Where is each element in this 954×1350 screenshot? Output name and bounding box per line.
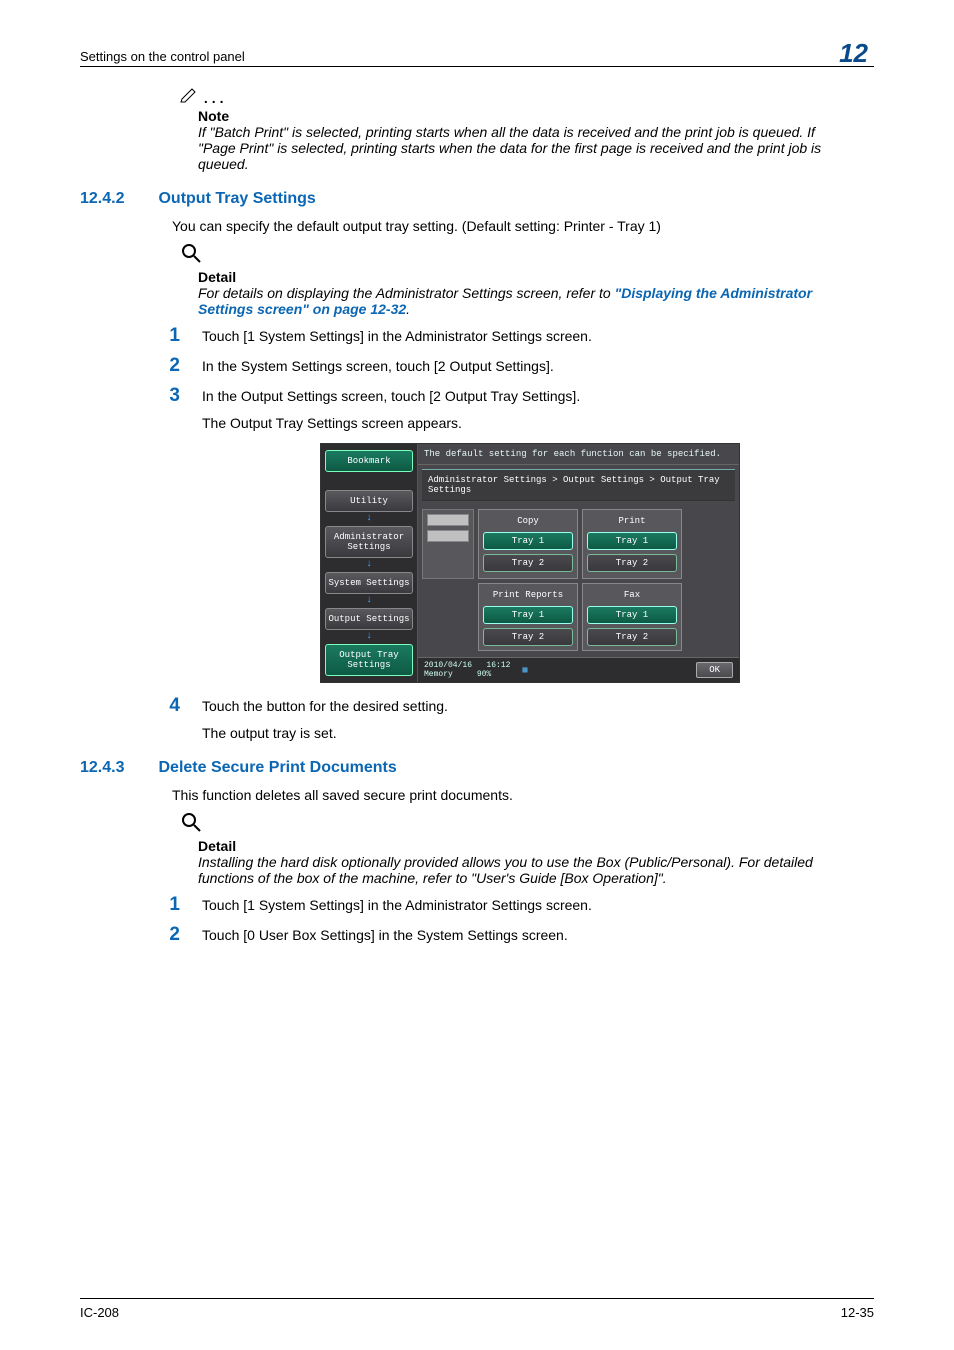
- system-settings-button[interactable]: System Settings: [325, 572, 413, 594]
- header-left: Settings on the control panel: [80, 49, 245, 66]
- printer-diagram: [422, 509, 474, 579]
- step-text: In the Output Settings screen, touch [2 …: [202, 385, 836, 404]
- print-header: Print: [587, 514, 677, 528]
- fax-tray1-button[interactable]: Tray 1: [587, 606, 677, 624]
- arrow-down-icon: ↓: [325, 634, 413, 640]
- reports-header: Print Reports: [483, 588, 573, 602]
- footer-right: 12-35: [841, 1305, 874, 1320]
- fax-tray2-button[interactable]: Tray 2: [587, 628, 677, 646]
- step-text: Touch [1 System Settings] in the Adminis…: [202, 325, 836, 344]
- print-tray2-button[interactable]: Tray 2: [587, 554, 677, 572]
- step-num: 2: [166, 924, 180, 946]
- memory-label: Memory: [424, 670, 453, 679]
- bookmark-button[interactable]: Bookmark: [325, 450, 413, 472]
- ellipsis: ...: [204, 90, 228, 106]
- detail-label-1: Detail: [198, 269, 874, 285]
- ok-button[interactable]: OK: [696, 662, 733, 678]
- step-sub: The output tray is set.: [202, 725, 874, 741]
- output-tray-settings-button[interactable]: Output Tray Settings: [325, 644, 413, 676]
- note-text: If "Batch Print" is selected, printing s…: [198, 124, 838, 172]
- detail-text-2: Installing the hard disk optionally prov…: [198, 854, 838, 886]
- step-num: 2: [166, 355, 180, 377]
- admin-settings-button[interactable]: Administrator Settings: [325, 526, 413, 558]
- step-text: Touch the button for the desired setting…: [202, 695, 836, 714]
- arrow-down-icon: ↓: [325, 598, 413, 604]
- step-num: 1: [166, 894, 180, 916]
- output-settings-button[interactable]: Output Settings: [325, 608, 413, 630]
- note-label: Note: [198, 108, 874, 124]
- section-intro-1: You can specify the default output tray …: [172, 218, 832, 234]
- detail-text-1: For details on displaying the Administra…: [198, 285, 838, 317]
- device-screenshot: Bookmark Utility ↓ Administrator Setting…: [320, 443, 740, 683]
- detail-label-2: Detail: [198, 838, 874, 854]
- section-number-1: 12.4.2: [80, 190, 124, 208]
- breadcrumb: Administrator Settings > Output Settings…: [422, 469, 735, 501]
- status-icon: ▦: [522, 665, 527, 675]
- step-num: 3: [166, 385, 180, 407]
- footer-left: IC-208: [80, 1305, 119, 1320]
- panel-hint: The default setting for each function ca…: [418, 444, 739, 465]
- step-text: In the System Settings screen, touch [2 …: [202, 355, 836, 374]
- copy-header: Copy: [483, 514, 573, 528]
- section-title-2: Delete Secure Print Documents: [158, 759, 396, 777]
- chapter-number: 12: [833, 40, 874, 66]
- status-time: 16:12: [486, 661, 510, 670]
- section-title-1: Output Tray Settings: [158, 190, 315, 208]
- arrow-down-icon: ↓: [325, 516, 413, 522]
- magnifier-icon: [180, 820, 202, 836]
- step-num: 4: [166, 695, 180, 717]
- section-intro-2: This function deletes all saved secure p…: [172, 787, 832, 803]
- step-text: Touch [1 System Settings] in the Adminis…: [202, 894, 836, 913]
- arrow-down-icon: ↓: [325, 562, 413, 568]
- status-date: 2010/04/16: [424, 661, 472, 670]
- note-icon: [180, 90, 204, 106]
- utility-button[interactable]: Utility: [325, 490, 413, 512]
- step-text: Touch [0 User Box Settings] in the Syste…: [202, 924, 836, 943]
- step-sub: The Output Tray Settings screen appears.: [202, 415, 874, 431]
- fax-header: Fax: [587, 588, 677, 602]
- section-number-2: 12.4.3: [80, 759, 124, 777]
- reports-tray1-button[interactable]: Tray 1: [483, 606, 573, 624]
- copy-tray2-button[interactable]: Tray 2: [483, 554, 573, 572]
- magnifier-icon: [180, 251, 202, 267]
- step-num: 1: [166, 325, 180, 347]
- reports-tray2-button[interactable]: Tray 2: [483, 628, 573, 646]
- copy-tray1-button[interactable]: Tray 1: [483, 532, 573, 550]
- memory-value: 90%: [477, 670, 491, 679]
- print-tray1-button[interactable]: Tray 1: [587, 532, 677, 550]
